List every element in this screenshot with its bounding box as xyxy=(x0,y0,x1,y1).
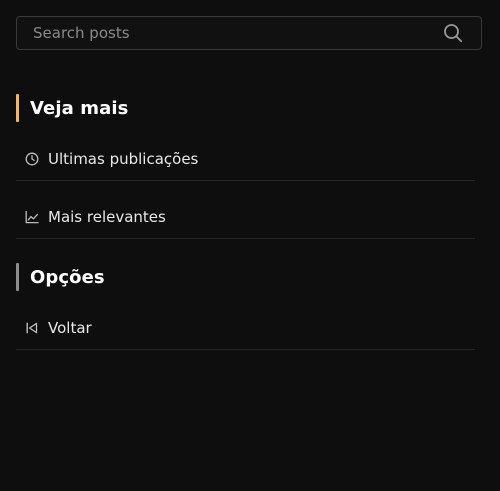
menu-item-label: Voltar xyxy=(48,318,92,337)
search-icon xyxy=(444,24,463,43)
section-header-veja-mais: Veja mais xyxy=(16,94,128,122)
menu-item-label: Mais relevantes xyxy=(48,207,166,226)
menu-item-mais-relevantes[interactable]: Mais relevantes xyxy=(16,195,475,239)
section-accent-bar xyxy=(16,263,19,291)
sidebar-panel: Veja mais Ultimas publicações Mais relev… xyxy=(0,0,500,491)
skip-back-icon xyxy=(25,321,39,335)
menu-item-voltar[interactable]: Voltar xyxy=(16,306,475,350)
section-header-opcoes: Opções xyxy=(16,263,105,291)
search-input[interactable] xyxy=(17,17,433,49)
clock-icon xyxy=(25,152,39,166)
trending-chart-icon xyxy=(25,210,39,224)
section-title: Veja mais xyxy=(30,97,129,119)
menu-item-label: Ultimas publicações xyxy=(48,149,199,168)
menu-item-ultimas-publicacoes[interactable]: Ultimas publicações xyxy=(16,137,475,181)
section-title: Opções xyxy=(30,266,105,288)
section-accent-bar xyxy=(16,94,19,122)
search-box xyxy=(16,16,482,50)
search-button[interactable] xyxy=(433,17,473,49)
